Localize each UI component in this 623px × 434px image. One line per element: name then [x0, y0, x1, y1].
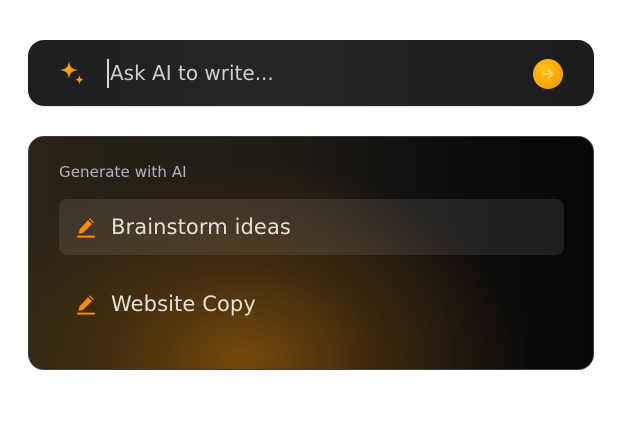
arrow-right-icon [542, 69, 554, 79]
generate-with-ai-panel: Generate with AI Brainstorm ideas Websit… [28, 136, 594, 370]
option-website-copy[interactable]: Website Copy [59, 276, 564, 332]
option-brainstorm-ideas[interactable]: Brainstorm ideas [59, 199, 564, 255]
option-label: Brainstorm ideas [111, 215, 291, 239]
ai-prompt-bar[interactable] [28, 40, 594, 106]
pencil-icon [77, 218, 95, 238]
canvas: Generate with AI Brainstorm ideas Websit… [0, 0, 623, 434]
sparkle-icon [60, 61, 84, 85]
panel-heading: Generate with AI [59, 163, 187, 181]
option-label: Website Copy [111, 292, 256, 316]
ai-prompt-input[interactable] [110, 57, 510, 89]
text-caret [107, 59, 109, 88]
send-button[interactable] [533, 59, 563, 89]
pencil-icon [77, 295, 95, 315]
